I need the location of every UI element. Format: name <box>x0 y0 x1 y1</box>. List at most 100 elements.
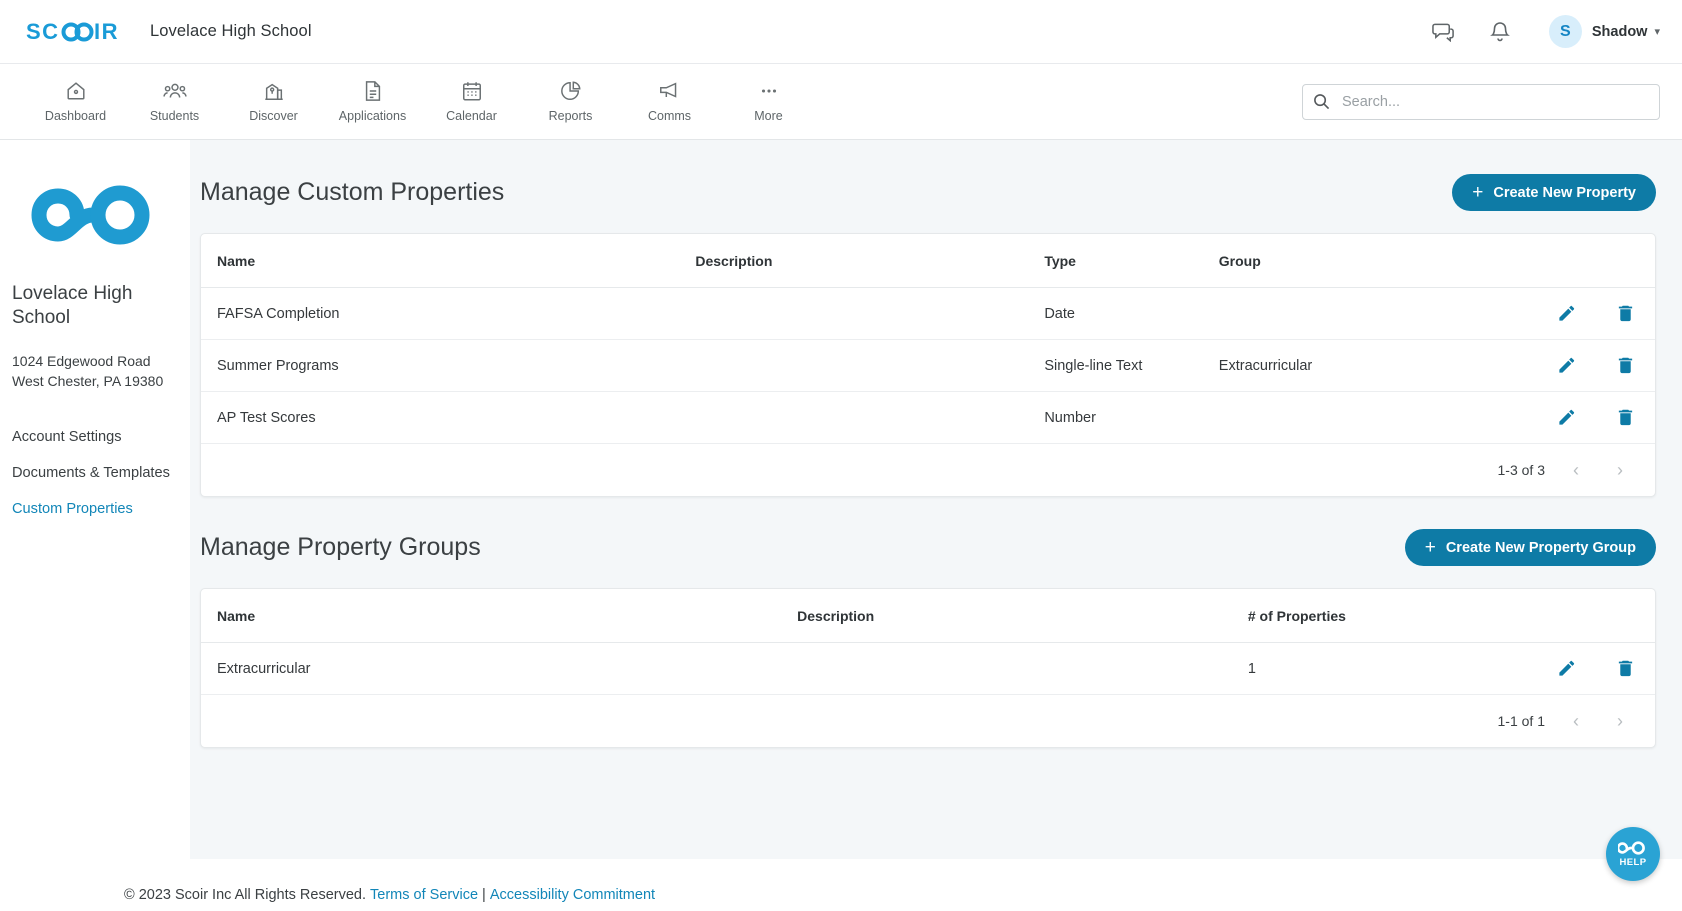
cell-description <box>695 392 1044 444</box>
svg-text:SC: SC <box>26 20 60 44</box>
nav-label: Reports <box>549 109 593 123</box>
column-header-name: Name <box>201 589 797 643</box>
trash-icon[interactable] <box>1616 659 1635 678</box>
cell-name: FAFSA Completion <box>201 288 695 340</box>
pie-chart-icon <box>560 80 582 102</box>
school-building-icon <box>263 80 285 102</box>
page-title: Manage Custom Properties <box>200 178 504 207</box>
nav-item-comms[interactable]: Comms <box>620 80 719 123</box>
column-header-group: Group <box>1219 234 1452 288</box>
address-line-2: West Chester, PA 19380 <box>12 371 178 391</box>
header-school-name: Lovelace High School <box>150 22 312 41</box>
sidebar-item-custom-properties[interactable]: Custom Properties <box>12 491 178 527</box>
property-groups-card: Name Description # of Properties Extracu… <box>200 588 1656 748</box>
pencil-icon[interactable] <box>1557 304 1576 323</box>
column-header-type: Type <box>1044 234 1218 288</box>
properties-section-header: Manage Custom Properties + Create New Pr… <box>200 160 1656 233</box>
properties-pagination: 1-3 of 3 ‹ › <box>201 444 1655 496</box>
nav-item-more[interactable]: More <box>719 80 818 123</box>
column-header-num-properties: # of Properties <box>1248 589 1452 643</box>
accessibility-commitment-link[interactable]: Accessibility Commitment <box>490 887 655 903</box>
chevron-left-icon[interactable]: ‹ <box>1563 708 1589 734</box>
nav-label: Calendar <box>446 109 497 123</box>
chat-bubbles-icon[interactable] <box>1429 17 1459 47</box>
nav-item-dashboard[interactable]: Dashboard <box>26 80 125 123</box>
chevron-right-icon[interactable]: › <box>1607 708 1633 734</box>
pencil-icon[interactable] <box>1557 408 1576 427</box>
avatar: S <box>1549 15 1582 48</box>
footer-separator: | <box>482 887 486 903</box>
groups-pagination: 1-1 of 1 ‹ › <box>201 695 1655 747</box>
nav-item-reports[interactable]: Reports <box>521 80 620 123</box>
sidebar-school-name: Lovelace High School <box>12 282 178 331</box>
page-body: Lovelace High School 1024 Edgewood Road … <box>0 140 1682 911</box>
user-name: Shadow <box>1592 24 1648 40</box>
pagination-count: 1-1 of 1 <box>1498 713 1545 729</box>
sidebar-address: 1024 Edgewood Road West Chester, PA 1938… <box>12 351 178 392</box>
button-label: Create New Property Group <box>1446 540 1636 556</box>
bell-icon[interactable] <box>1485 17 1515 47</box>
cell-actions <box>1451 392 1655 444</box>
cell-name: Extracurricular <box>201 643 797 695</box>
create-new-property-group-button[interactable]: + Create New Property Group <box>1405 529 1656 566</box>
column-header-name: Name <box>201 234 695 288</box>
ellipsis-icon <box>758 80 780 102</box>
chevron-right-icon[interactable]: › <box>1607 457 1633 483</box>
search-icon <box>1313 93 1330 110</box>
nav-label: Comms <box>648 109 691 123</box>
pagination-count: 1-3 of 3 <box>1498 462 1545 478</box>
people-icon <box>163 80 187 102</box>
footer-copyright: © 2023 Scoir Inc All Rights Reserved. <box>124 887 366 903</box>
custom-properties-card: Name Description Type Group FAFSA Comple… <box>200 233 1656 497</box>
nav-label: Dashboard <box>45 109 106 123</box>
table-row[interactable]: AP Test Scores Number <box>201 392 1655 444</box>
sidebar-logo <box>12 176 178 254</box>
cell-group <box>1219 288 1452 340</box>
cell-actions <box>1451 643 1655 695</box>
cell-group: Extracurricular <box>1219 340 1452 392</box>
pencil-icon[interactable] <box>1557 659 1576 678</box>
nav-item-applications[interactable]: Applications <box>323 80 422 123</box>
nav-item-students[interactable]: Students <box>125 80 224 123</box>
sidebar-item-documents-templates[interactable]: Documents & Templates <box>12 455 178 491</box>
nav-label: More <box>754 109 782 123</box>
trash-icon[interactable] <box>1616 408 1635 427</box>
main-nav: Dashboard Students Discover Applications <box>0 64 1682 140</box>
home-icon <box>65 80 87 102</box>
cell-type: Number <box>1044 392 1218 444</box>
trash-icon[interactable] <box>1616 304 1635 323</box>
groups-title: Manage Property Groups <box>200 533 481 562</box>
column-header-actions <box>1451 589 1655 643</box>
table-row[interactable]: FAFSA Completion Date <box>201 288 1655 340</box>
sidebar-item-account-settings[interactable]: Account Settings <box>12 419 178 455</box>
cell-type: Date <box>1044 288 1218 340</box>
button-label: Create New Property <box>1493 185 1636 201</box>
chevron-down-icon: ▾ <box>1654 25 1660 38</box>
user-menu[interactable]: S Shadow ▾ <box>1549 15 1660 48</box>
nav-label: Discover <box>249 109 298 123</box>
nav-item-discover[interactable]: Discover <box>224 80 323 123</box>
table-row[interactable]: Extracurricular 1 <box>201 643 1655 695</box>
cell-actions <box>1451 340 1655 392</box>
svg-text:IR: IR <box>94 20 119 44</box>
nav-item-calendar[interactable]: Calendar <box>422 80 521 123</box>
trash-icon[interactable] <box>1616 356 1635 375</box>
cell-description <box>797 643 1248 695</box>
chevron-left-icon[interactable]: ‹ <box>1563 457 1589 483</box>
cell-type: Single-line Text <box>1044 340 1218 392</box>
nav-label: Students <box>150 109 199 123</box>
create-new-property-button[interactable]: + Create New Property <box>1452 174 1656 211</box>
help-button[interactable]: HELP <box>1606 827 1660 881</box>
column-header-actions <box>1451 234 1655 288</box>
search-input[interactable] <box>1340 93 1649 111</box>
terms-of-service-link[interactable]: Terms of Service <box>370 887 478 903</box>
table-row[interactable]: Summer Programs Single-line Text Extracu… <box>201 340 1655 392</box>
search-box[interactable] <box>1302 84 1660 120</box>
custom-properties-table: Name Description Type Group FAFSA Comple… <box>201 234 1655 444</box>
megaphone-icon <box>658 80 682 102</box>
pencil-icon[interactable] <box>1557 356 1576 375</box>
scoir-logo[interactable]: SC IR <box>26 20 122 44</box>
document-icon <box>363 80 383 102</box>
property-groups-table: Name Description # of Properties Extracu… <box>201 589 1655 695</box>
plus-icon: + <box>1472 183 1483 202</box>
